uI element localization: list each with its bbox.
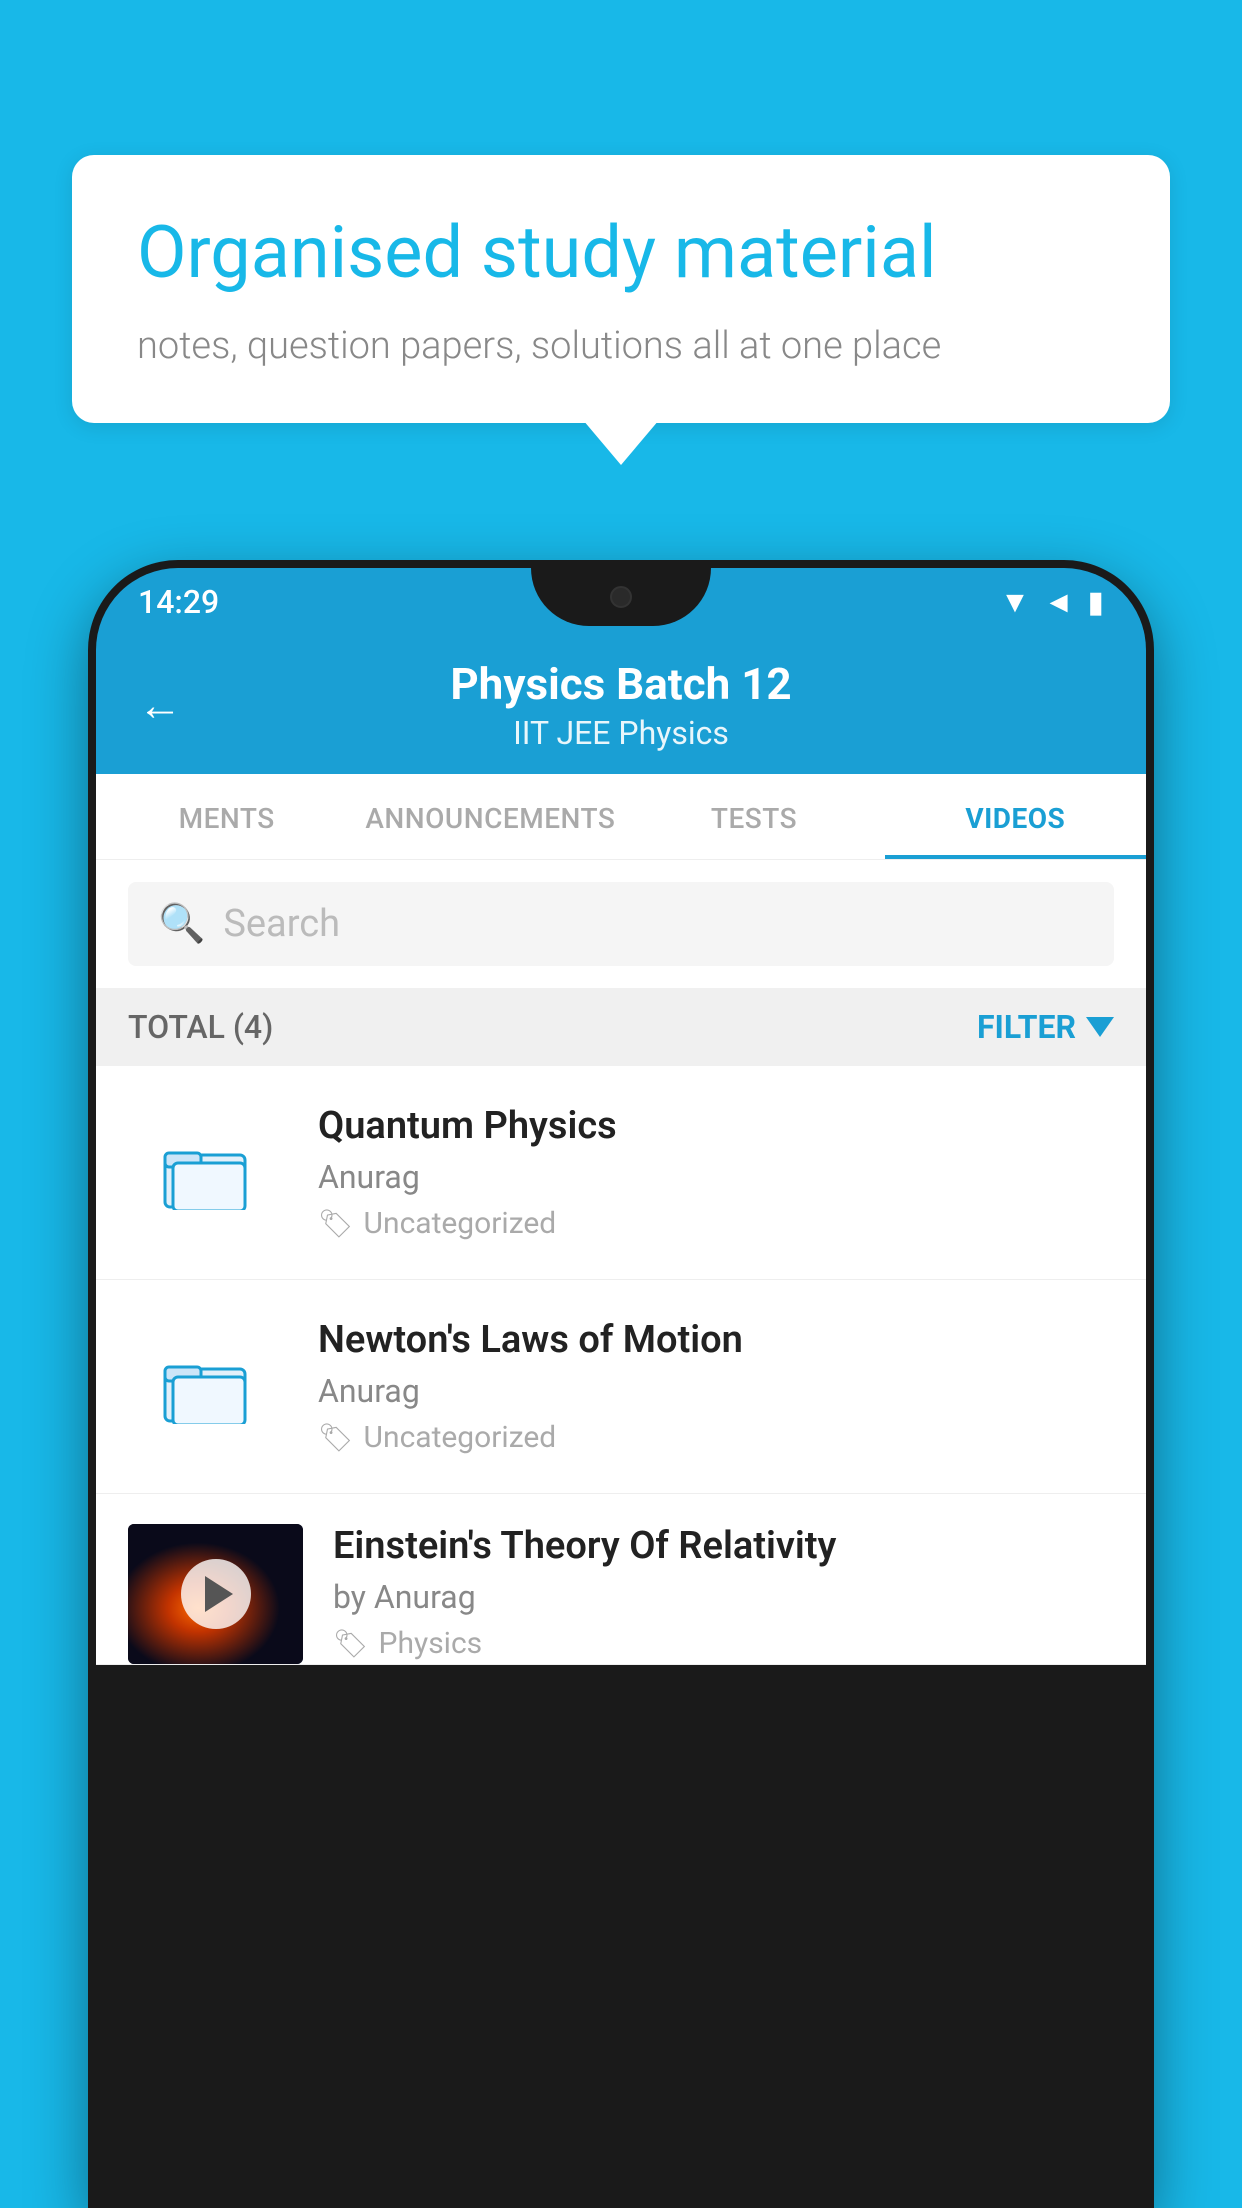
video-info: Einstein's Theory Of Relativity by Anura…	[333, 1524, 1114, 1661]
header-subtitle: IIT JEE Physics	[212, 714, 1030, 752]
list-item[interactable]: Newton's Laws of Motion Anurag 🏷 Uncateg…	[96, 1280, 1146, 1494]
battery-icon: ▮	[1087, 585, 1104, 620]
tag-icon: 🏷	[318, 1421, 354, 1454]
status-time: 14:29	[138, 583, 219, 621]
video-info: Newton's Laws of Motion Anurag 🏷 Uncateg…	[318, 1318, 1114, 1455]
phone-frame: 14:29 ▼ ◄ ▮ ← Physics Batch 12 IIT JEE P…	[88, 560, 1154, 2208]
filter-bar: TOTAL (4) FILTER	[96, 988, 1146, 1066]
header-text: Physics Batch 12 IIT JEE Physics	[212, 658, 1030, 752]
filter-icon	[1086, 1017, 1114, 1037]
speech-bubble-container: Organised study material notes, question…	[72, 155, 1170, 423]
subtext: notes, question papers, solutions all at…	[137, 324, 1105, 368]
tab-videos[interactable]: VIDEOS	[885, 774, 1146, 859]
video-thumbnail	[128, 1524, 303, 1664]
tag-icon: 🏷	[318, 1207, 354, 1240]
video-info: Quantum Physics Anurag 🏷 Uncategorized	[318, 1104, 1114, 1241]
status-bar: 14:29 ▼ ◄ ▮	[96, 568, 1146, 636]
search-icon: 🔍	[158, 902, 205, 946]
camera-dot	[610, 586, 632, 608]
phone-inner: 14:29 ▼ ◄ ▮ ← Physics Batch 12 IIT JEE P…	[96, 568, 1146, 2200]
folder-icon	[128, 1327, 288, 1447]
video-author: Anurag	[318, 1372, 1114, 1410]
video-author: Anurag	[318, 1158, 1114, 1196]
video-title: Newton's Laws of Motion	[318, 1318, 1114, 1362]
tabs-bar: MENTS ANNOUNCEMENTS TESTS VIDEOS	[96, 774, 1146, 860]
header-title: Physics Batch 12	[212, 658, 1030, 710]
video-title: Einstein's Theory Of Relativity	[333, 1524, 1114, 1568]
video-tag: 🏷 Uncategorized	[318, 1206, 1114, 1241]
play-icon	[205, 1576, 233, 1612]
tab-ments[interactable]: MENTS	[96, 774, 357, 859]
video-tag: 🏷 Physics	[333, 1626, 1114, 1661]
total-count: TOTAL (4)	[128, 1008, 273, 1046]
signal-icon: ◄	[1044, 585, 1074, 620]
video-author: by Anurag	[333, 1578, 1114, 1616]
wifi-icon: ▼	[1000, 585, 1030, 620]
tag-icon: 🏷	[333, 1627, 369, 1660]
status-icons: ▼ ◄ ▮	[1000, 585, 1104, 620]
tab-announcements[interactable]: ANNOUNCEMENTS	[357, 774, 623, 859]
notch	[531, 568, 711, 626]
list-item[interactable]: Quantum Physics Anurag 🏷 Uncategorized	[96, 1066, 1146, 1280]
speech-bubble: Organised study material notes, question…	[72, 155, 1170, 423]
headline: Organised study material	[137, 210, 1105, 296]
tab-tests[interactable]: TESTS	[623, 774, 884, 859]
video-tag: 🏷 Uncategorized	[318, 1420, 1114, 1455]
video-list: Quantum Physics Anurag 🏷 Uncategorized	[96, 1066, 1146, 1665]
search-bar[interactable]: 🔍 Search	[128, 882, 1114, 966]
filter-button[interactable]: FILTER	[977, 1008, 1114, 1046]
search-container: 🔍 Search	[96, 860, 1146, 988]
back-button[interactable]: ←	[138, 679, 182, 731]
play-button[interactable]	[181, 1559, 251, 1629]
app-header: ← Physics Batch 12 IIT JEE Physics	[96, 636, 1146, 774]
video-title: Quantum Physics	[318, 1104, 1114, 1148]
search-input[interactable]: Search	[223, 902, 340, 946]
list-item[interactable]: Einstein's Theory Of Relativity by Anura…	[96, 1494, 1146, 1665]
folder-icon	[128, 1113, 288, 1233]
